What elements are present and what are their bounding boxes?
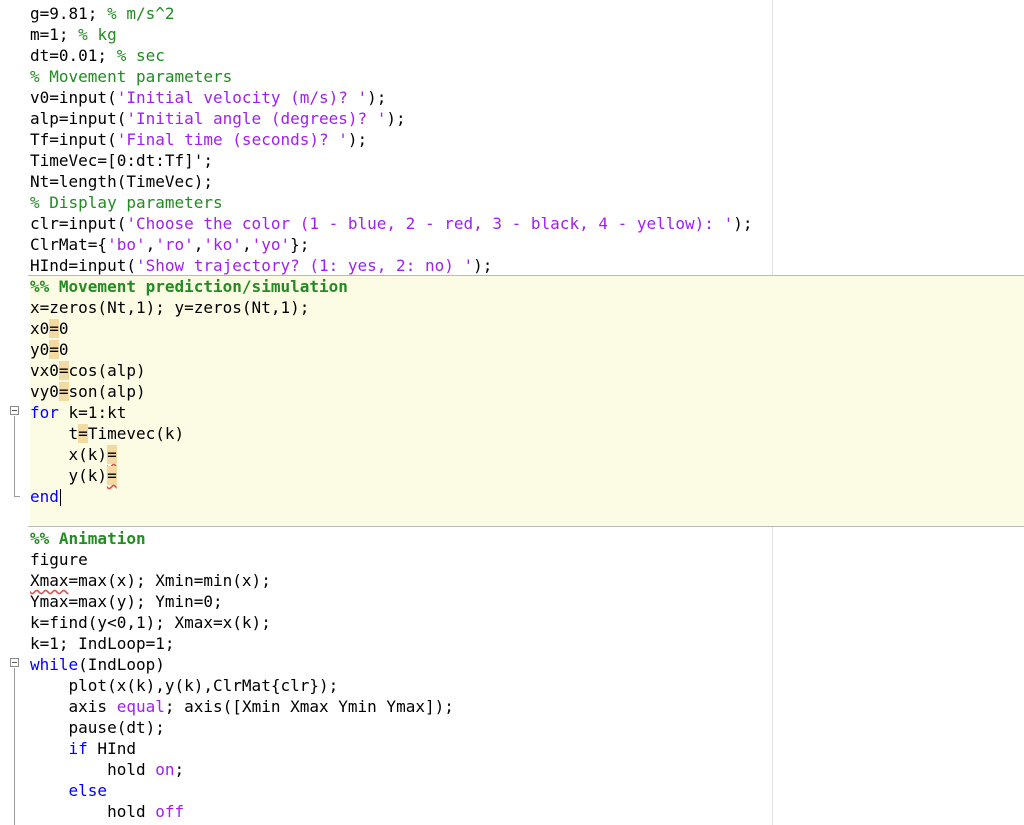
code-editor[interactable]: g=9.81; % m/s^2 m=1; % kg dt=0.01; % sec…	[0, 0, 1024, 825]
code-line[interactable]: y(k)=	[30, 465, 117, 486]
code-line[interactable]: vy0=son(alp)	[30, 381, 146, 402]
code-line[interactable]: g=9.81; % m/s^2	[30, 3, 175, 24]
code-line[interactable]: m=1; % kg	[30, 24, 117, 45]
code-line[interactable]: v0=input('Initial velocity (m/s)? ');	[30, 87, 386, 108]
code-line[interactable]: k=1; IndLoop=1;	[30, 633, 175, 654]
code-line[interactable]: Nt=length(TimeVec);	[30, 171, 213, 192]
code-line[interactable]: for k=1:kt	[30, 402, 126, 423]
code-line[interactable]: figure	[30, 549, 88, 570]
section-title[interactable]: %% Movement prediction/simulation	[30, 276, 348, 297]
code-line[interactable]: t=Timevec(k)	[30, 423, 184, 444]
code-line[interactable]: axis equal; axis([Xmin Xmax Ymin Ymax]);	[30, 696, 454, 717]
code-line[interactable]: end	[30, 486, 61, 507]
code-line[interactable]: while(IndLoop)	[30, 654, 165, 675]
code-line[interactable]: alp=input('Initial angle (degrees)? ');	[30, 108, 406, 129]
code-line[interactable]: ClrMat={'bo','ro','ko','yo'};	[30, 234, 309, 255]
text-cursor	[59, 489, 61, 506]
code-line[interactable]: Ymax=max(y); Ymin=0;	[30, 591, 223, 612]
code-line[interactable]: else	[30, 780, 108, 801]
code-line[interactable]: clr=input('Choose the color (1 - blue, 2…	[30, 213, 752, 234]
code-line[interactable]: x0=0	[30, 318, 69, 339]
code-line[interactable]: Xmax=max(x); Xmin=min(x);	[30, 570, 271, 591]
code-line[interactable]: k=find(y<0,1); Xmax=x(k);	[30, 612, 271, 633]
code-line[interactable]: plot(x(k),y(k),ClrMat{clr});	[30, 675, 339, 696]
code-line[interactable]: x(k)=	[30, 444, 117, 465]
code-line[interactable]: % Movement parameters	[30, 66, 232, 87]
code-line[interactable]: x=zeros(Nt,1); y=zeros(Nt,1);	[30, 297, 309, 318]
fold-for-end-tick	[14, 496, 20, 497]
code-line[interactable]: vx0=cos(alp)	[30, 360, 146, 381]
code-line[interactable]: HInd=input('Show trajectory? (1: yes, 2:…	[30, 255, 492, 276]
code-line[interactable]: y0=0	[30, 339, 69, 360]
code-line[interactable]: dt=0.01; % sec	[30, 45, 165, 66]
code-line[interactable]: pause(dt);	[30, 717, 165, 738]
section-divider	[28, 526, 1024, 527]
code-line[interactable]: hold on;	[30, 759, 184, 780]
fold-while-guide	[14, 668, 15, 825]
fold-for-guide	[14, 416, 15, 496]
code-line[interactable]: Tf=input('Final time (seconds)? ');	[30, 129, 367, 150]
code-line[interactable]: % Display parameters	[30, 192, 223, 213]
fold-while-toggle-icon[interactable]	[10, 658, 19, 667]
code-line[interactable]: if HInd	[30, 738, 136, 759]
fold-for-toggle-icon[interactable]	[10, 406, 19, 415]
section-title[interactable]: %% Animation	[30, 528, 146, 549]
code-line[interactable]: TimeVec=[0:dt:Tf]';	[30, 150, 213, 171]
code-line[interactable]: hold off	[30, 801, 184, 822]
